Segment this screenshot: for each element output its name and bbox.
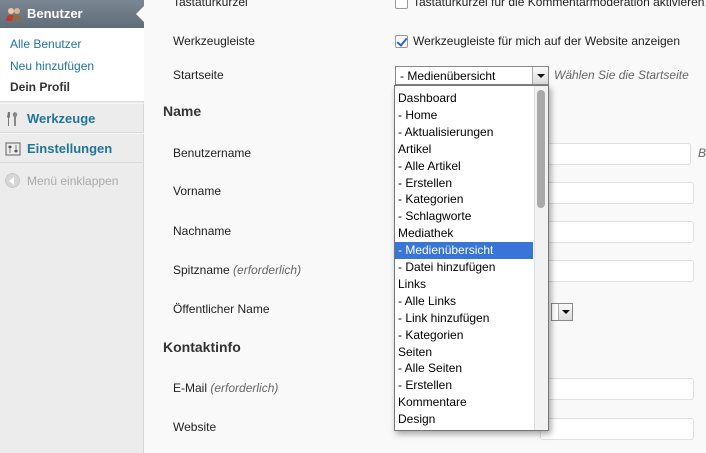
toolbar-label: Werkzeugleiste [173,34,255,48]
startpage-select[interactable]: - Medienübersicht [395,66,549,85]
submenu-all-users[interactable]: Alle Benutzer [10,37,81,51]
dropdown-option[interactable]: - Alle Seiten [395,360,533,377]
chevron-down-icon [558,304,572,320]
shortcuts-checkbox-text: Tastaturkürzel für die Kommentarmoderati… [413,0,706,9]
users-icon [6,8,22,21]
dropdown-option[interactable]: - Kategorien [395,327,533,344]
username-input[interactable] [540,143,691,165]
menu-tools-label: Werkzeuge [27,111,96,126]
dropdown-option[interactable]: - Alle Artikel [395,158,533,175]
email-label: E-Mail (erforderlich) [173,381,278,395]
website-label: Website [173,420,217,434]
website-input[interactable] [540,418,694,440]
dropdown-scrollbar-thumb[interactable] [537,90,545,208]
submenu-your-profile[interactable]: Dein Profil [10,80,70,94]
submenu-add-new[interactable]: Neu hinzufügen [10,59,94,73]
firstname-label: Vorname [173,184,222,198]
tools-icon [7,112,18,126]
name-section-title: Name [163,103,202,119]
dropdown-option[interactable]: - Link hinzufügen [395,310,533,327]
profile-form: Tastaturkürzel Tastaturkürzel für die Ko… [145,0,706,453]
chevron-down-icon [532,67,548,84]
current-menu-arrow [136,6,144,22]
shortcuts-checkbox[interactable] [395,0,408,9]
users-submenu: Alle Benutzer Neu hinzufügen Dein Profil [0,28,144,102]
nickname-required-note: (erforderlich) [233,263,302,277]
admin-sidebar: Benutzer Alle Benutzer Neu hinzufügen De… [0,0,144,453]
email-input[interactable] [540,378,694,400]
dropdown-option[interactable]: - Datei hinzufügen [395,259,533,276]
startpage-dropdown-list[interactable]: Dashboard - Home - Aktualisierungen Artikel… [394,85,549,431]
dropdown-option[interactable]: Mediathek [395,225,533,242]
dropdown-scrollbar[interactable] [534,86,548,430]
collapse-arrow-icon [5,173,20,188]
toolbar-checkbox-text: Werkzeugleiste für mich auf der Website … [413,34,681,48]
lastname-label: Nachname [173,224,232,238]
menu-users-header[interactable]: Benutzer [0,0,144,28]
public-name-label: Öffentlicher Name [173,302,270,316]
dropdown-option[interactable]: Seiten [395,344,533,361]
username-hint: B [698,146,706,160]
email-label-text: E-Mail [173,381,208,395]
dropdown-option[interactable]: - Erstellen [395,377,533,394]
dropdown-option[interactable]: - Medienübersicht [395,242,533,260]
menu-users-label: Benutzer [27,6,83,21]
dropdown-option[interactable]: - Alle Links [395,293,533,310]
dropdown-option[interactable]: - Aktualisierungen [395,124,533,141]
shortcuts-label: Tastaturkürzel [173,0,248,9]
username-label: Benutzername [173,146,252,160]
dropdown-option[interactable]: Kommentare [395,394,533,411]
lastname-input[interactable] [540,221,694,243]
dropdown-option[interactable]: - Kategorien [395,191,533,208]
dropdown-option[interactable]: - Home [395,107,533,124]
collapse-menu-label: Menü einklappen [27,174,119,188]
nickname-label-text: Spitzname [173,263,230,277]
dropdown-option[interactable]: Artikel [395,141,533,158]
toolbar-checkbox[interactable] [395,35,408,48]
dropdown-option[interactable]: Design [395,411,533,428]
menu-settings[interactable]: Einstellungen [0,133,144,163]
email-required-note: (erforderlich) [210,381,279,395]
dropdown-option[interactable]: - Schlagworte [395,208,533,225]
menu-tools[interactable]: Werkzeuge [0,103,144,133]
nickname-input[interactable] [540,260,694,282]
contact-section-title: Kontaktinfo [163,339,241,355]
settings-icon [5,142,21,156]
nickname-label: Spitzname (erforderlich) [173,263,301,277]
public-name-select[interactable] [551,303,573,321]
startpage-label: Startseite [173,68,224,82]
startpage-select-value: - Medienübersicht [400,69,496,83]
dropdown-option[interactable]: - Erstellen [395,175,533,192]
dropdown-option[interactable]: Dashboard [395,90,533,107]
dropdown-option[interactable]: Links [395,276,533,293]
startpage-hint: Wählen Sie die Startseite [554,68,689,82]
firstname-input[interactable] [540,182,694,204]
menu-settings-label: Einstellungen [27,141,113,156]
